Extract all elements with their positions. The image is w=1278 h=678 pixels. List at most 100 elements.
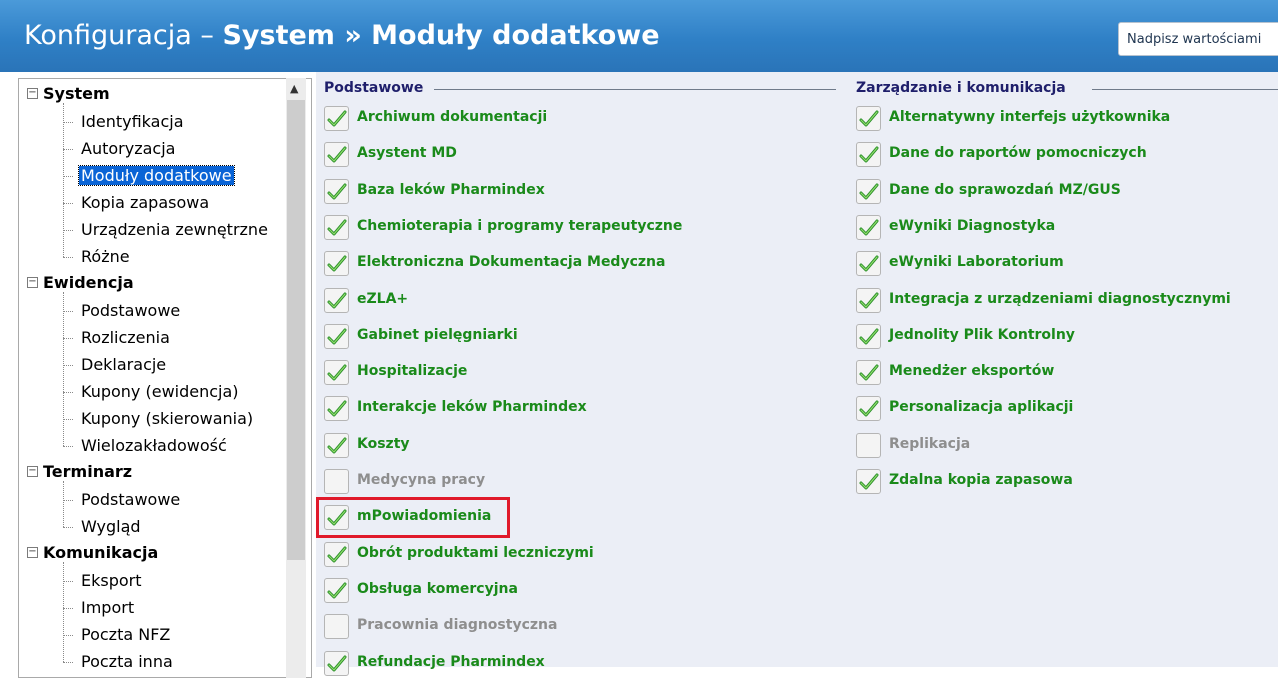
checkbox-checked[interactable] (324, 396, 349, 422)
tree-expander-icon[interactable]: − (27, 547, 38, 558)
override-values-button[interactable]: Nadpisz wartościami (1118, 22, 1278, 56)
checkmark-icon (327, 219, 347, 236)
module-label: Hospitalizacje (357, 363, 468, 380)
tree-item[interactable]: Wygląd (81, 517, 141, 536)
section-basic-divider (434, 89, 836, 90)
module-label: Medycyna pracy (357, 472, 486, 488)
tree-item[interactable]: Rozliczenia (81, 328, 170, 347)
checkbox-checked[interactable] (856, 396, 881, 422)
checkmark-icon (859, 110, 879, 127)
tree-connector (63, 527, 73, 528)
module-label: Pracownia diagnostyczna (357, 617, 558, 634)
scroll-up-icon[interactable]: ▲ (290, 82, 298, 95)
tree-connector (63, 446, 73, 447)
tree-expander-icon[interactable]: − (27, 466, 38, 477)
checkbox-checked[interactable] (324, 142, 349, 168)
checkbox-checked[interactable] (856, 287, 881, 313)
module-label: Replikacja (889, 435, 971, 452)
modules-panel: Podstawowe Zarządzanie i komunikacja Arc… (316, 72, 1278, 676)
tree-scrollbar[interactable]: ▲ (286, 78, 306, 678)
checkbox-checked[interactable] (324, 287, 349, 313)
module-label: Dane do raportów pomocniczych (889, 145, 1147, 162)
tree-item[interactable]: Podstawowe (81, 490, 180, 509)
tree-connector (63, 419, 73, 420)
highlight-box (316, 497, 510, 538)
module-label: Personalizacja aplikacji (889, 399, 1074, 416)
tree-connector (63, 338, 73, 339)
tree-item[interactable]: Deklaracje (81, 355, 166, 374)
tree-item[interactable]: Poczta inna (81, 652, 173, 671)
checkbox-unchecked[interactable] (324, 614, 349, 640)
checkbox-checked[interactable] (324, 214, 349, 240)
checkbox-checked[interactable] (856, 251, 881, 277)
checkbox-checked[interactable] (856, 469, 881, 494)
tree-item[interactable]: Eksport (81, 571, 142, 590)
checkbox-checked[interactable] (324, 650, 349, 676)
title-prefix: Konfiguracja – (24, 20, 223, 51)
checkmark-icon (859, 255, 879, 272)
checkbox-checked[interactable] (324, 577, 349, 603)
checkbox-checked[interactable] (324, 178, 349, 204)
tree-connector (63, 581, 73, 582)
tree-item[interactable]: Urządzenia zewnętrzne (81, 220, 268, 239)
module-label: eWyniki Diagnostyka (889, 217, 1056, 234)
tree-item[interactable]: Moduły dodatkowe (78, 165, 235, 186)
tree-group-2[interactable]: Terminarz (43, 462, 132, 481)
checkmark-icon (327, 655, 347, 671)
checkmark-icon (859, 364, 879, 381)
checkbox-checked[interactable] (856, 323, 881, 349)
tree-item[interactable]: Autoryzacja (81, 139, 175, 158)
tree-item[interactable]: Identyfikacja (81, 112, 184, 131)
checkmark-icon (327, 328, 347, 345)
checkmark-icon (859, 292, 879, 308)
checkbox-checked[interactable] (324, 106, 349, 131)
checkbox-checked[interactable] (324, 432, 349, 458)
checkmark-icon (327, 400, 347, 417)
checkbox-checked[interactable] (324, 541, 349, 567)
tree-expander-icon[interactable]: − (27, 277, 38, 288)
checkbox-unchecked[interactable] (856, 432, 881, 458)
module-label: Obrót produktami leczniczymi (357, 544, 594, 561)
config-tree: − System Identyfikacja Autoryzacja Moduły do… (18, 78, 312, 678)
checkbox-checked[interactable] (324, 323, 349, 349)
tree-connector (63, 230, 73, 231)
tree-connector (63, 608, 73, 609)
tree-item[interactable]: Podstawowe (81, 301, 180, 320)
tree-group-1[interactable]: Ewidencja (43, 273, 134, 292)
scrollbar-thumb[interactable] (287, 100, 305, 560)
module-label: Asystent MD (357, 145, 457, 162)
tree-item[interactable]: Kupony (ewidencja) (81, 382, 239, 401)
checkbox-checked[interactable] (856, 142, 881, 168)
module-label: Obsługa komercyjna (357, 580, 518, 597)
tree-connector (63, 176, 73, 177)
tree-item[interactable]: Kopia zapasowa (81, 193, 209, 212)
section-management-title: Zarządzanie i komunikacja (856, 80, 1066, 96)
title-bold: System » Moduły dodatkowe (222, 20, 660, 51)
checkbox-unchecked[interactable] (324, 469, 349, 494)
module-label: Gabinet pielęgniarki (357, 326, 518, 343)
tree-item[interactable]: Kupony (skierowania) (81, 409, 253, 428)
checkmark-icon (327, 546, 347, 563)
tree-item[interactable]: Import (81, 598, 134, 617)
checkbox-checked[interactable] (856, 214, 881, 240)
tree-expander-icon[interactable]: − (27, 88, 38, 99)
module-label: Refundacje Pharmindex (357, 653, 545, 670)
checkbox-checked[interactable] (856, 360, 881, 386)
tree-connector (63, 122, 73, 123)
tree-group-3[interactable]: Komunikacja (43, 543, 158, 562)
module-label: Chemioterapia i programy terapeutyczne (357, 217, 683, 234)
tree-group-0[interactable]: System (43, 84, 110, 103)
checkmark-icon (859, 183, 879, 200)
checkbox-checked[interactable] (856, 178, 881, 204)
window-header: Konfiguracja – System » Moduły dodatkowe… (0, 0, 1278, 72)
checkbox-checked[interactable] (856, 106, 881, 131)
tree-item[interactable]: Różne (81, 247, 130, 266)
checkmark-icon (327, 255, 347, 272)
checkbox-checked[interactable] (324, 360, 349, 386)
tree-item[interactable]: Poczta NFZ (81, 625, 170, 644)
section-basic-title: Podstawowe (324, 80, 424, 96)
module-label: Zdalna kopia zapasowa (889, 472, 1073, 488)
checkbox-checked[interactable] (324, 251, 349, 277)
tree-connector (63, 203, 73, 204)
tree-item[interactable]: Wielozakładowość (81, 436, 227, 455)
